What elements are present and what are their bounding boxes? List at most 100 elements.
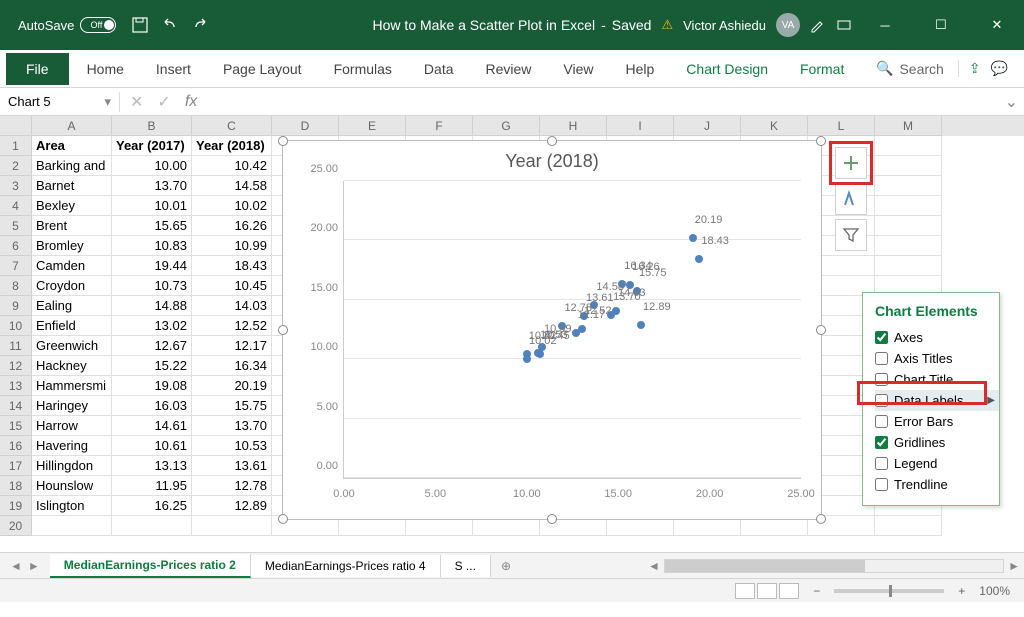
cell[interactable]: Islington [32,496,112,516]
chart-element-option[interactable]: Gridlines [875,432,999,453]
cell[interactable]: 12.52 [192,316,272,336]
ribbon-tab-review[interactable]: Review [472,55,546,83]
zoom-slider[interactable] [834,589,944,593]
autosave-toggle[interactable] [80,17,116,33]
undo-icon[interactable] [162,17,178,33]
worksheet-grid[interactable]: ABCDEFGHIJKLM 1AreaYear (2017)Year (2018… [0,116,1024,552]
sheet-prev-icon[interactable]: ◄ [10,559,22,573]
column-header[interactable]: J [674,116,741,136]
zoom-out-icon[interactable]: − [813,584,820,598]
cell[interactable]: 16.25 [112,496,192,516]
ribbon-tab-insert[interactable]: Insert [142,55,205,83]
column-header[interactable]: C [192,116,272,136]
avatar[interactable]: VA [776,13,800,37]
row-header[interactable]: 10 [0,316,32,336]
row-header[interactable]: 5 [0,216,32,236]
cell[interactable]: 15.22 [112,356,192,376]
close-button[interactable]: ✕ [974,10,1020,40]
cell[interactable]: Barnet [32,176,112,196]
expand-formula-icon[interactable]: ⌄ [999,92,1024,112]
row-header[interactable]: 16 [0,436,32,456]
chart-element-option[interactable]: Legend [875,453,999,474]
data-label[interactable]: 13.70 [613,291,641,303]
cell[interactable] [192,516,272,536]
chart-element-option[interactable]: Trendline [875,474,999,495]
column-header[interactable]: G [473,116,540,136]
cell[interactable]: Barking and [32,156,112,176]
cell[interactable] [875,176,942,196]
cell[interactable]: 19.08 [112,376,192,396]
comments-icon[interactable]: 💬 [991,60,1008,77]
ribbon-tab-formulas[interactable]: Formulas [320,55,406,83]
data-label[interactable]: 20.19 [695,214,723,226]
cell[interactable]: 10.53 [192,436,272,456]
row-header[interactable]: 4 [0,196,32,216]
redo-icon[interactable] [192,17,208,33]
chart-element-option[interactable]: Axes [875,327,999,348]
select-all-corner[interactable] [0,116,32,136]
cell[interactable]: 13.02 [112,316,192,336]
data-point[interactable] [637,321,645,329]
cell[interactable]: 14.03 [192,296,272,316]
sheet-next-icon[interactable]: ► [28,559,40,573]
cell[interactable]: Year (2018) [192,136,272,156]
ribbon-tab-data[interactable]: Data [410,55,468,83]
column-header[interactable]: E [339,116,406,136]
data-point[interactable] [689,234,697,242]
sheet-tab[interactable]: MedianEarnings-Prices ratio 2 [50,554,251,578]
cell[interactable] [875,216,942,236]
row-header[interactable]: 7 [0,256,32,276]
share-icon[interactable]: ⇪ [969,60,981,77]
data-point[interactable] [695,255,703,263]
checkbox[interactable] [875,436,888,449]
data-point[interactable] [534,349,542,357]
cell[interactable]: 19.44 [112,256,192,276]
new-sheet-icon[interactable]: ⊕ [491,559,521,573]
row-header[interactable]: 11 [0,336,32,356]
column-header[interactable]: B [112,116,192,136]
formula-input[interactable] [207,92,998,111]
column-header[interactable]: D [272,116,339,136]
row-header[interactable]: 18 [0,476,32,496]
row-header[interactable]: 8 [0,276,32,296]
chart-element-option[interactable]: Error Bars [875,411,999,432]
cell[interactable]: Greenwich [32,336,112,356]
cell[interactable]: 18.43 [192,256,272,276]
cell[interactable]: 14.61 [112,416,192,436]
cell[interactable]: 12.67 [112,336,192,356]
cell[interactable]: Havering [32,436,112,456]
checkbox[interactable] [875,352,888,365]
row-header[interactable]: 2 [0,156,32,176]
cell[interactable]: Harrow [32,416,112,436]
cell[interactable] [875,156,942,176]
cell[interactable]: 12.89 [192,496,272,516]
cell[interactable]: 15.75 [192,396,272,416]
data-label[interactable]: 12.17 [578,309,606,321]
cell[interactable]: 13.61 [192,456,272,476]
cell[interactable]: 10.01 [112,196,192,216]
data-point[interactable] [523,355,531,363]
column-header[interactable]: M [875,116,942,136]
zoom-level[interactable]: 100% [979,584,1010,598]
checkbox[interactable] [875,457,888,470]
cell[interactable]: Hillingdon [32,456,112,476]
cell[interactable]: 10.61 [112,436,192,456]
cell[interactable] [875,236,942,256]
data-point[interactable] [572,329,580,337]
cell[interactable]: 16.34 [192,356,272,376]
cell[interactable] [875,516,942,536]
horizontal-scrollbar[interactable]: ◄ ► [644,559,1024,573]
cell[interactable]: Hackney [32,356,112,376]
data-label[interactable]: 10.02 [529,335,557,347]
ribbon-tab-format[interactable]: Format [786,55,858,83]
row-header[interactable]: 15 [0,416,32,436]
checkbox[interactable] [875,478,888,491]
cell[interactable] [875,136,942,156]
cell[interactable]: 10.99 [192,236,272,256]
cell[interactable]: Bromley [32,236,112,256]
checkbox[interactable] [875,415,888,428]
row-header[interactable]: 14 [0,396,32,416]
cell[interactable]: 13.70 [112,176,192,196]
cell[interactable]: 13.70 [192,416,272,436]
column-header[interactable]: K [741,116,808,136]
